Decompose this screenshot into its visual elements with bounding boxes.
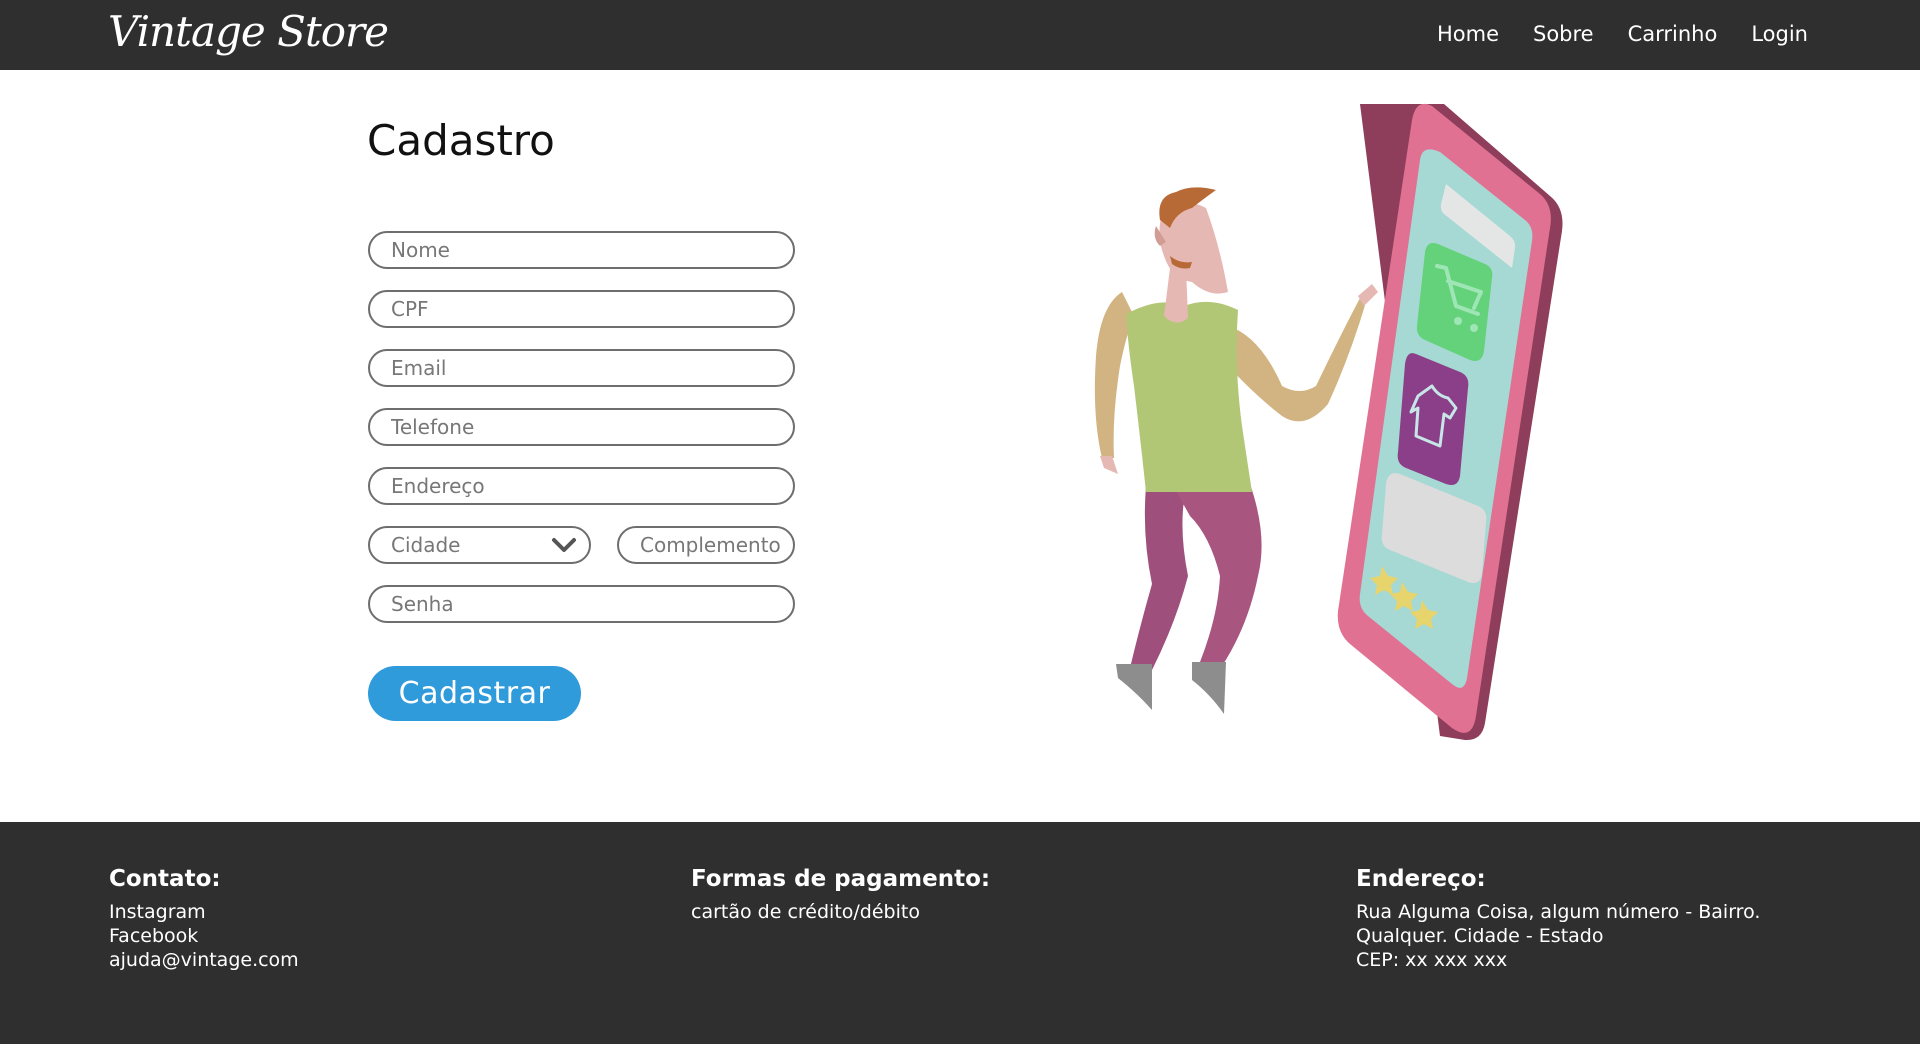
nav-home-link[interactable]: Home xyxy=(1437,18,1499,50)
man-left-shoe xyxy=(1116,664,1152,710)
nav-carrinho-link[interactable]: Carrinho xyxy=(1628,18,1718,50)
site-footer: Contato: Instagram Facebook ajuda@vintag… xyxy=(0,822,1920,1044)
cpf-input[interactable] xyxy=(368,290,795,328)
address-line-2: Qualquer. Cidade - Estado xyxy=(1356,925,1604,947)
shopping-illustration xyxy=(1094,103,1563,741)
payment-method: cartão de crédito/débito xyxy=(691,901,920,923)
endereco-input[interactable] xyxy=(368,467,795,505)
complemento-input[interactable] xyxy=(617,526,795,564)
man-shirt xyxy=(1126,301,1252,492)
senha-input[interactable] xyxy=(368,585,795,623)
nav-login-link[interactable]: Login xyxy=(1751,18,1808,50)
instagram-link[interactable]: Instagram xyxy=(109,900,299,924)
address-line-1: Rua Alguma Coisa, algum número - Bairro. xyxy=(1356,901,1761,923)
footer-pagamento-heading: Formas de pagamento: xyxy=(691,866,991,892)
shirt-icon xyxy=(1397,353,1469,485)
telefone-input[interactable] xyxy=(368,408,795,446)
footer-contato: Contato: Instagram Facebook ajuda@vintag… xyxy=(109,864,299,972)
man-right-arm xyxy=(1228,298,1366,422)
man-left-leg xyxy=(1130,486,1188,670)
cidade-select-value: Cidade xyxy=(391,533,461,557)
page-title: Cadastro xyxy=(367,116,555,165)
cidade-select[interactable]: Cidade xyxy=(368,526,591,564)
facebook-link[interactable]: Facebook xyxy=(109,924,299,948)
nav-sobre-link[interactable]: Sobre xyxy=(1533,18,1594,50)
main-nav: Home Sobre Carrinho Login xyxy=(1437,18,1808,50)
brand-logo[interactable]: Vintage Store xyxy=(108,4,389,60)
email-link[interactable]: ajuda@vintage.com xyxy=(109,948,299,972)
top-navbar: Vintage Store Home Sobre Carrinho Login xyxy=(0,0,1920,70)
nome-input[interactable] xyxy=(368,231,795,269)
chevron-down-icon xyxy=(552,538,576,552)
footer-endereco-heading: Endereço: xyxy=(1356,866,1486,892)
footer-pagamento: Formas de pagamento: cartão de crédito/d… xyxy=(691,864,990,924)
footer-endereco: Endereço: Rua Alguma Coisa, algum número… xyxy=(1356,864,1760,972)
man-left-hand xyxy=(1100,456,1118,474)
email-input[interactable] xyxy=(368,349,795,387)
cadastrar-button[interactable]: Cadastrar xyxy=(368,666,581,721)
man-right-shoe xyxy=(1192,662,1226,714)
address-line-3: CEP: xx xxx xxx xyxy=(1356,949,1508,971)
footer-contato-heading: Contato: xyxy=(109,866,221,892)
